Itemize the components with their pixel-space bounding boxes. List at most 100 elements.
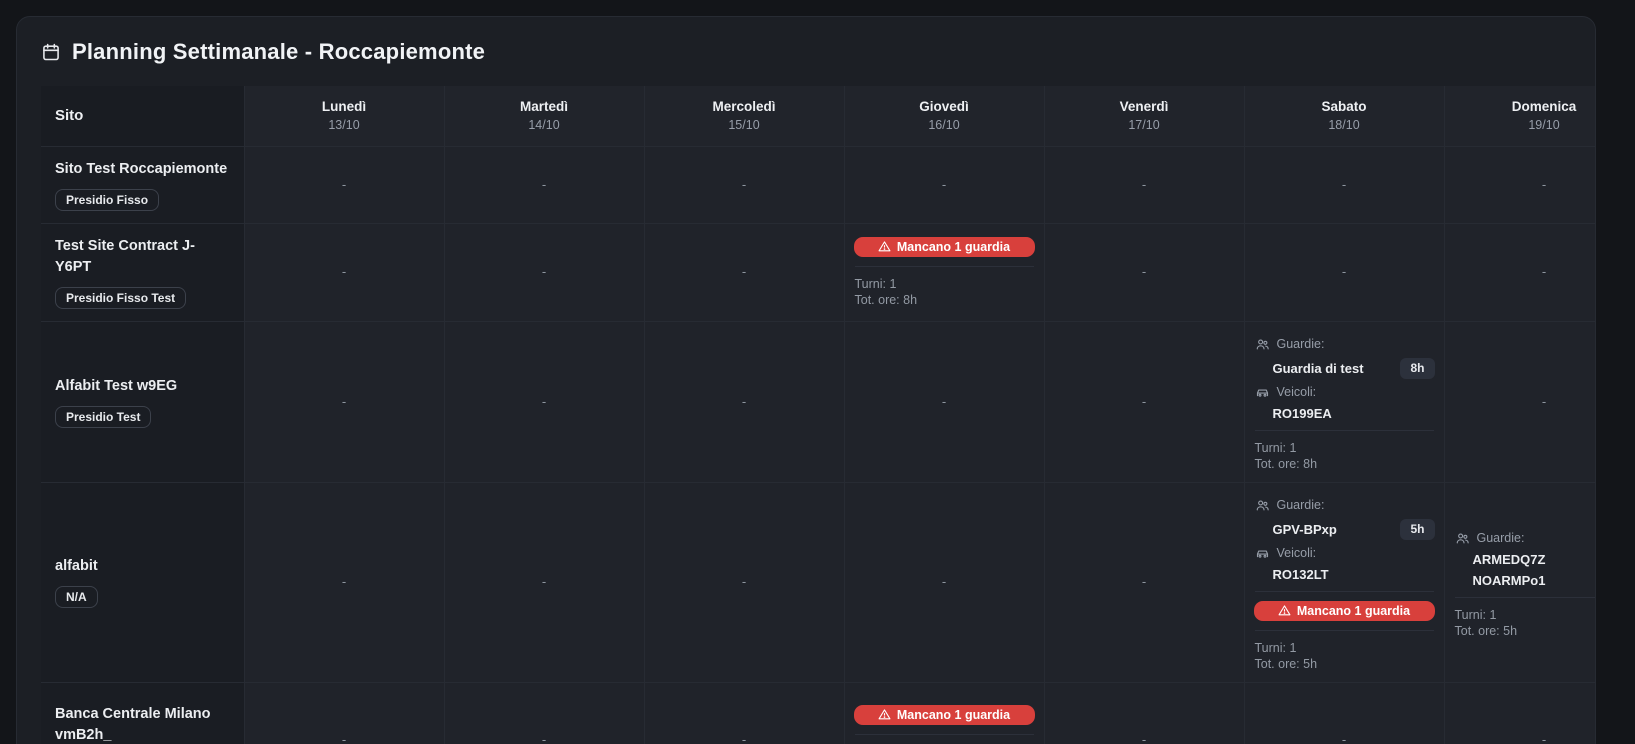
guard-entry: Guardia di test 8h [1245, 358, 1444, 379]
column-header-tuesday: Martedì 14/10 [444, 86, 644, 146]
missing-guard-badge: Mancano 1 guardia [1254, 601, 1435, 621]
planning-cell[interactable]: - [644, 223, 844, 321]
planning-cell[interactable]: - [1444, 223, 1596, 321]
site-name: Banca Centrale Milano vmB2h_ [55, 704, 230, 744]
site-name: Alfabit Test w9EG [55, 376, 230, 397]
planning-cell[interactable]: - [1244, 682, 1444, 744]
planning-cell[interactable]: - [244, 482, 444, 682]
planning-cell[interactable]: - [444, 482, 644, 682]
planning-cell[interactable]: - [444, 223, 644, 321]
cell-divider [1455, 597, 1597, 598]
planning-cell[interactable]: - [1044, 682, 1244, 744]
site-cell: Sito Test Roccapiemonte Presidio Fisso [41, 146, 244, 223]
total-hours: Tot. ore: 5h [1255, 656, 1444, 672]
vehicles-label-line: Veicoli: [1245, 385, 1444, 400]
planning-cell[interactable]: - [244, 146, 444, 223]
table-row: Sito Test Roccapiemonte Presidio Fisso -… [41, 146, 1596, 223]
empty-cell-dash: - [542, 394, 546, 409]
site-name: Sito Test Roccapiemonte [55, 159, 230, 180]
planning-cell[interactable]: - [244, 321, 444, 482]
planning-cell[interactable]: - [1044, 223, 1244, 321]
planning-cell[interactable]: - [244, 223, 444, 321]
empty-cell-dash: - [742, 394, 746, 409]
empty-cell-dash: - [942, 574, 946, 589]
empty-cell-dash: - [1342, 177, 1346, 192]
planning-cell[interactable]: - [644, 482, 844, 682]
empty-cell-dash: - [542, 732, 546, 744]
planning-cell[interactable]: - [444, 682, 644, 744]
total-hours: Tot. ore: 8h [855, 292, 1044, 308]
empty-cell-dash: - [1542, 394, 1546, 409]
cell-divider [1255, 630, 1434, 631]
empty-cell-dash: - [342, 574, 346, 589]
planning-cell[interactable]: - [1244, 223, 1444, 321]
planning-cell[interactable]: Mancano 1 guardia Turni: 1 Tot. ore: 8h [844, 223, 1044, 321]
planning-cell[interactable]: Mancano 1 guardia Turni: 1 Tot. ore: 8h [844, 682, 1044, 744]
warning-icon [878, 708, 891, 721]
planning-cell[interactable]: - [844, 321, 1044, 482]
guard-name: NOARMPo1 [1473, 573, 1546, 588]
planning-cell[interactable]: - [644, 682, 844, 744]
guards-label: Guardie: [1477, 531, 1525, 545]
planning-cell[interactable]: - [644, 146, 844, 223]
empty-cell-dash: - [342, 394, 346, 409]
empty-cell-dash: - [1542, 732, 1546, 744]
cell-divider [1255, 591, 1434, 592]
cell-totals: Turni: 1 Tot. ore: 8h [1245, 440, 1444, 472]
planning-cell[interactable]: Guardie: ARMEDQ7Z NOARMPo1 Turni: 1 Tot.… [1444, 482, 1596, 682]
planning-cell[interactable]: - [1444, 146, 1596, 223]
column-header-friday: Venerdì 17/10 [1044, 86, 1244, 146]
site-cell: Alfabit Test w9EG Presidio Test [41, 321, 244, 482]
site-type-badge: Presidio Test [55, 406, 151, 428]
column-header-thursday: Giovedì 16/10 [844, 86, 1044, 146]
site-cell: Banca Centrale Milano vmB2h_ N/A [41, 682, 244, 744]
planning-cell[interactable]: Guardie: Guardia di test 8h Veicoli: RO1… [1244, 321, 1444, 482]
planning-cell[interactable]: - [1444, 682, 1596, 744]
site-type-badge: N/A [55, 586, 98, 608]
planning-cell[interactable]: - [844, 482, 1044, 682]
planning-cell[interactable]: Guardie: GPV-BPxp 5h Veicoli: RO132LT [1244, 482, 1444, 682]
planning-cell[interactable]: - [1044, 321, 1244, 482]
empty-cell-dash: - [342, 264, 346, 279]
guards-label-line: Guardie: [1445, 531, 1597, 546]
empty-cell-dash: - [942, 394, 946, 409]
guard-name: ARMEDQ7Z [1473, 552, 1546, 567]
cell-divider [855, 734, 1034, 735]
missing-guard-badge: Mancano 1 guardia [854, 705, 1035, 725]
planning-cell[interactable]: - [1244, 146, 1444, 223]
table-row: Test Site Contract J-Y6PT Presidio Fisso… [41, 223, 1596, 321]
warning-icon [878, 240, 891, 253]
guard-name: Guardia di test [1273, 361, 1364, 376]
empty-cell-dash: - [1542, 177, 1546, 192]
car-icon [1255, 546, 1270, 561]
planning-cell[interactable]: - [244, 682, 444, 744]
planning-cell[interactable]: - [444, 146, 644, 223]
empty-cell-dash: - [542, 574, 546, 589]
planning-cell[interactable]: - [1044, 482, 1244, 682]
site-cell: alfabit N/A [41, 482, 244, 682]
planning-cell[interactable]: - [844, 146, 1044, 223]
shifts-count: Turni: 1 [1255, 440, 1444, 456]
table-row: alfabit N/A - - - - - Guardie: [41, 482, 1596, 682]
column-header-saturday: Sabato 18/10 [1244, 86, 1444, 146]
page-title: Planning Settimanale - Roccapiemonte [72, 39, 485, 65]
planning-cell[interactable]: - [444, 321, 644, 482]
planning-cell[interactable]: - [1444, 321, 1596, 482]
users-icon [1455, 531, 1470, 546]
header-row: Sito Lunedì 13/10 Martedì 14/10 Mercoled… [41, 86, 1596, 146]
planning-cell[interactable]: - [1044, 146, 1244, 223]
empty-cell-dash: - [1142, 264, 1146, 279]
missing-guard-badge: Mancano 1 guardia [854, 237, 1035, 257]
missing-guard-label: Mancano 1 guardia [897, 708, 1010, 722]
total-hours: Tot. ore: 8h [1255, 456, 1444, 472]
vehicles-label-line: Veicoli: [1245, 546, 1444, 561]
empty-cell-dash: - [1342, 264, 1346, 279]
page-header: Planning Settimanale - Roccapiemonte [41, 39, 1595, 65]
planning-cell[interactable]: - [644, 321, 844, 482]
planning-table: Sito Lunedì 13/10 Martedì 14/10 Mercoled… [41, 86, 1596, 744]
cell-totals: Turni: 1 Tot. ore: 8h [845, 276, 1044, 308]
vehicles-label: Veicoli: [1277, 385, 1317, 399]
empty-cell-dash: - [1142, 732, 1146, 744]
table-row: Alfabit Test w9EG Presidio Test - - - - … [41, 321, 1596, 482]
site-name: alfabit [55, 556, 230, 577]
